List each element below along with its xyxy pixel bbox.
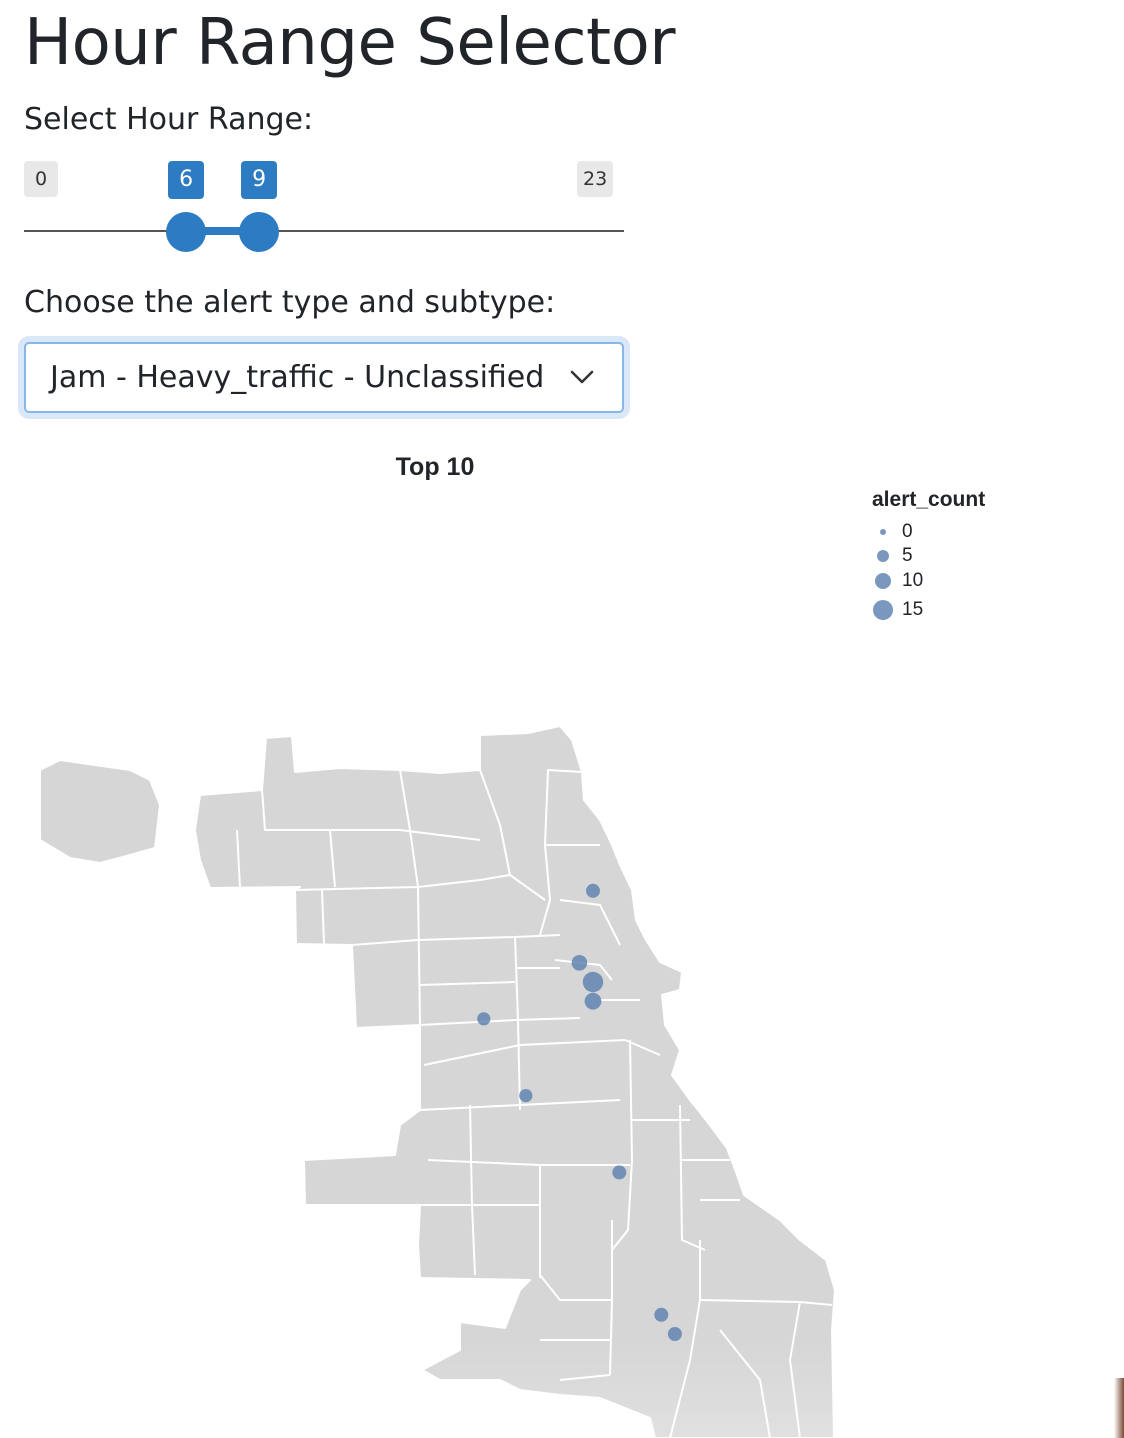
legend-entry: 0: [872, 520, 992, 544]
alert-point: [586, 883, 600, 898]
chevron-down-icon: [570, 370, 594, 384]
slider-to-value: 9: [241, 161, 278, 199]
legend-dot: [875, 573, 891, 589]
map-region: [39, 759, 161, 864]
chicago-map: [39, 725, 836, 1438]
alert-type-select[interactable]: Jam - Heavy_traffic - Unclassified: [24, 342, 624, 413]
slider-from-value: 6: [168, 161, 205, 199]
slider-to-handle[interactable]: [239, 212, 280, 252]
alert-point: [584, 992, 602, 1010]
chart-title: Top 10: [395, 453, 475, 481]
slider-max-label: 23: [577, 161, 614, 197]
page-title: Hour Range Selector: [24, 6, 676, 80]
legend-title: alert_count: [872, 488, 986, 511]
alert-point: [667, 1327, 682, 1341]
chart-legend: alert_count 0 5 10 15: [872, 486, 1072, 626]
alert-point: [519, 1089, 533, 1103]
slider-min-label: 0: [24, 161, 58, 197]
corner-shadow: [1114, 1378, 1124, 1438]
legend-entry: 15: [872, 598, 992, 622]
legend-entry: 5: [872, 544, 992, 568]
map-region: [194, 725, 836, 1438]
alert-point: [612, 1165, 627, 1180]
alert-type-label: Choose the alert type and subtype:: [24, 285, 556, 320]
alert-point: [571, 955, 588, 971]
legend-label: 5: [902, 545, 913, 566]
alert-type-selected-value: Jam - Heavy_traffic - Unclassified: [50, 360, 545, 395]
legend-entry: 10: [872, 569, 992, 593]
hour-range-label: Select Hour Range:: [24, 102, 314, 137]
slider-track[interactable]: [24, 230, 624, 232]
alert-point: [477, 1012, 491, 1026]
legend-label: 0: [902, 521, 913, 542]
legend-label: 15: [902, 599, 924, 620]
alert-point: [654, 1307, 669, 1322]
legend-dot: [877, 550, 889, 562]
community-area-basemap: [39, 725, 836, 1438]
legend-dot: [880, 529, 886, 535]
slider-from-handle[interactable]: [166, 212, 207, 252]
alert-point: [582, 971, 604, 993]
legend-dot: [873, 600, 893, 620]
legend-label: 10: [902, 570, 924, 591]
